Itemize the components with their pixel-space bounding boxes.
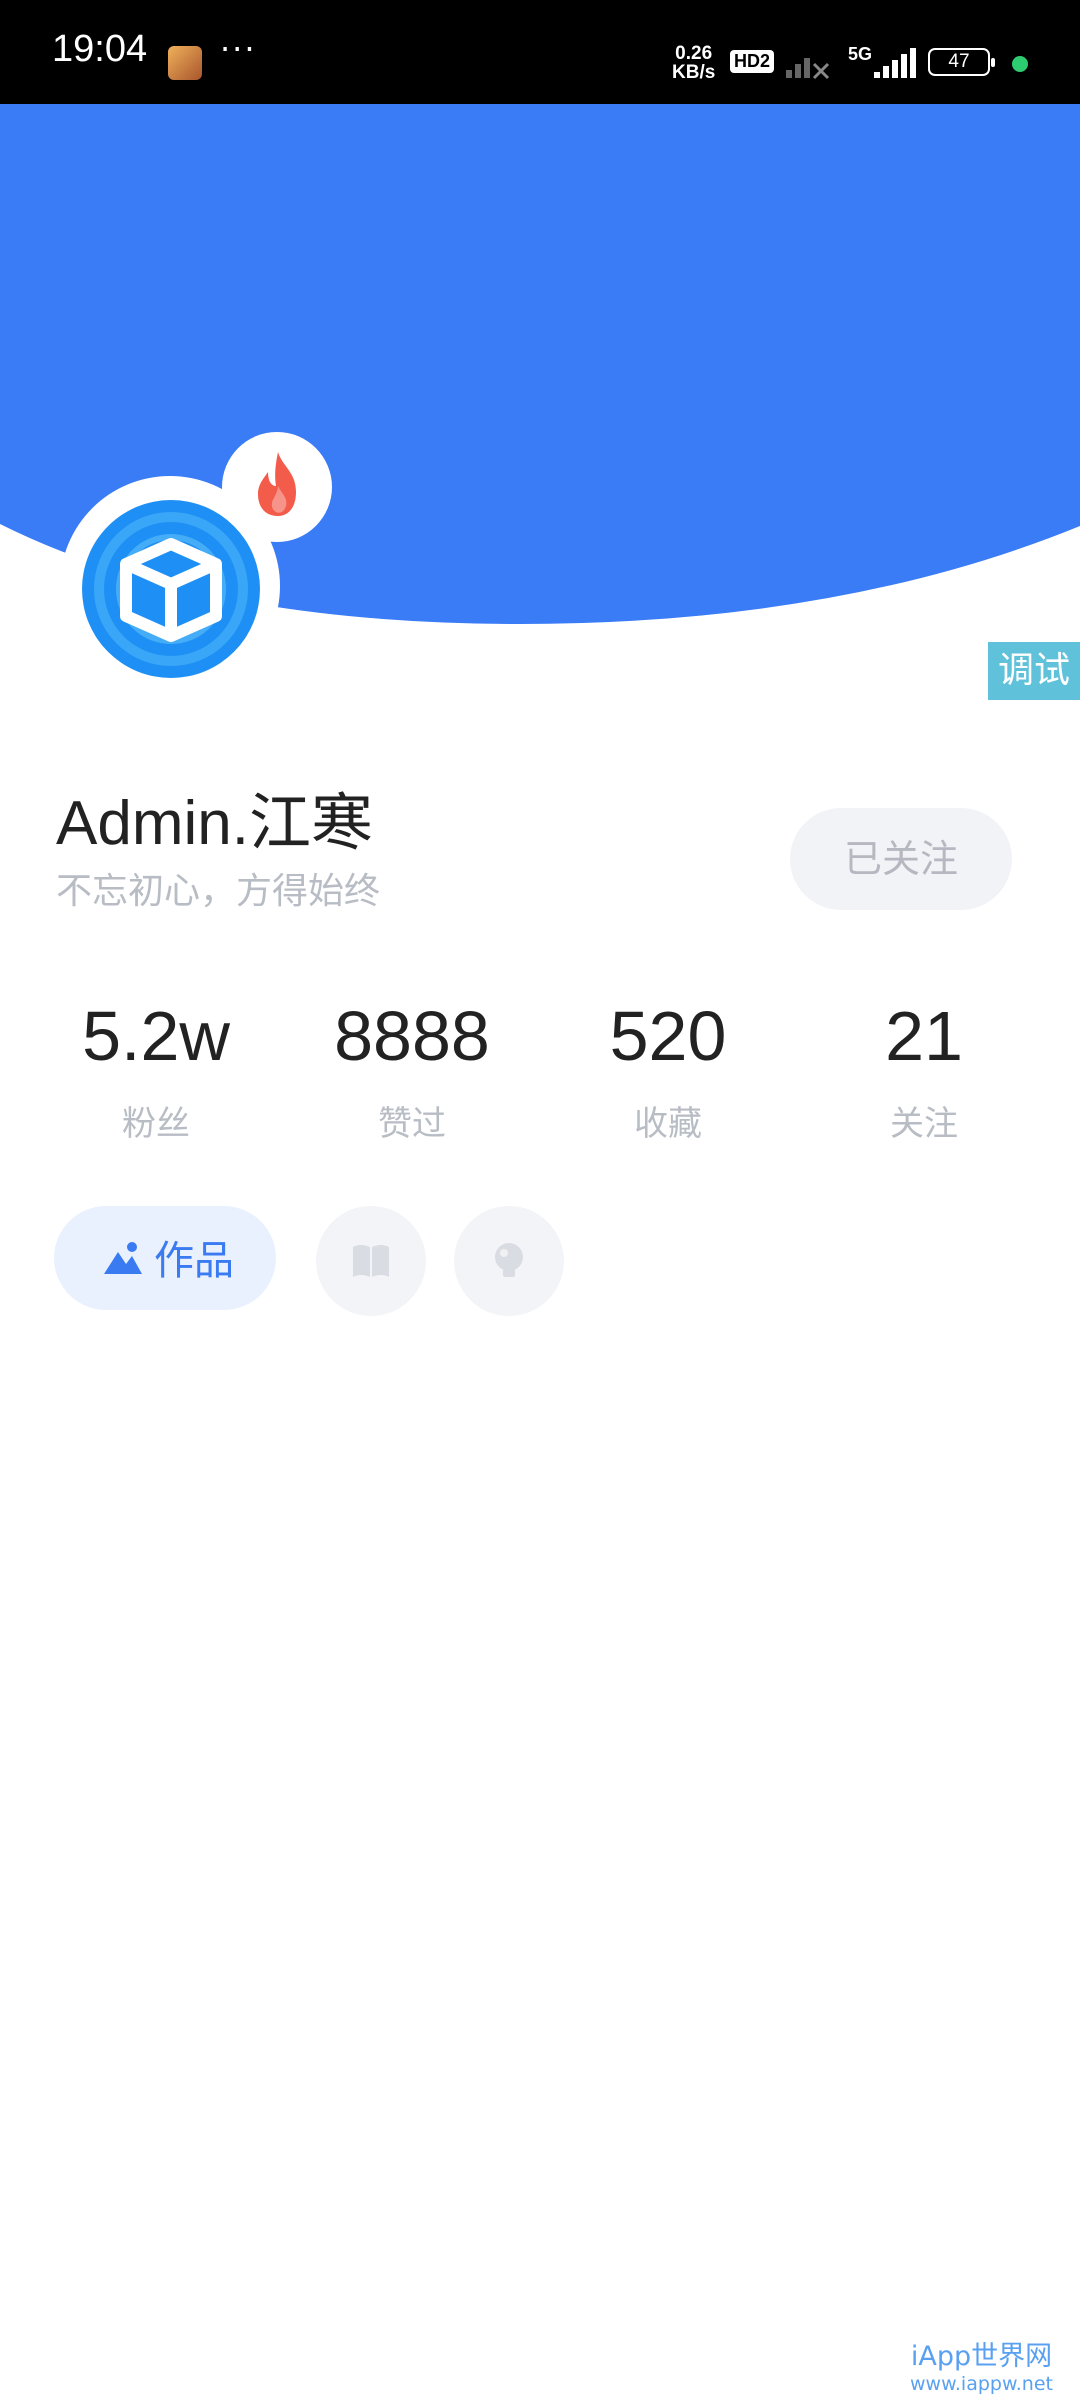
stat-favorites[interactable]: 520 收藏 <box>548 994 788 1145</box>
stat-fans[interactable]: 5.2w 粉丝 <box>36 994 276 1145</box>
watermark-title: iApp世界网 <box>910 2341 1053 2372</box>
mountain-icon <box>104 1242 142 1274</box>
fire-icon <box>258 452 296 516</box>
status-bar: 19:04 ··· 0.26 KB/s HD2 5G 47 <box>0 0 1080 104</box>
signal-strength-icon <box>874 48 916 78</box>
stat-likes[interactable]: 8888 赞过 <box>292 994 532 1145</box>
site-watermark: iApp世界网 www.iappw.net <box>910 2334 1053 2395</box>
lightbulb-icon <box>495 1243 523 1277</box>
cube-icon <box>94 512 248 666</box>
privacy-indicator-dot <box>1012 56 1028 72</box>
tab-works[interactable]: 作品 <box>54 1206 276 1310</box>
tab-lightbulb[interactable] <box>454 1206 564 1316</box>
network-speed-unit: KB/s <box>672 62 716 83</box>
tab-book[interactable] <box>316 1206 426 1316</box>
watermark-url: www.iappw.net <box>910 2373 1053 2395</box>
user-motto: 不忘初心，方得始终 <box>56 871 381 912</box>
stat-value: 8888 <box>334 997 490 1075</box>
stat-value: 520 <box>609 997 727 1075</box>
stat-value: 5.2w <box>82 997 230 1075</box>
username: Admin.江寒 <box>56 789 373 858</box>
debug-button[interactable]: 调试 <box>988 642 1080 700</box>
book-icon <box>353 1245 389 1277</box>
stat-label: 收藏 <box>634 1104 702 1144</box>
stat-label: 粉丝 <box>122 1104 190 1144</box>
network-type-label: 5G <box>848 44 873 64</box>
hd-voice-badge: HD2 <box>730 50 775 73</box>
network-speed: 0.26 KB/s <box>672 44 715 82</box>
network-speed-value: 0.26 <box>675 43 713 64</box>
stat-label: 关注 <box>890 1104 958 1144</box>
stat-label: 赞过 <box>378 1104 446 1144</box>
game-app-icon <box>168 46 202 80</box>
follow-button[interactable]: 已关注 <box>790 808 1012 910</box>
battery-icon: 47 <box>928 48 995 76</box>
sim1-no-signal-icon <box>786 58 830 80</box>
avatar[interactable] <box>82 500 260 678</box>
more-notifications-icon: ··· <box>220 30 257 68</box>
status-time: 19:04 <box>52 28 148 70</box>
stat-following[interactable]: 21 关注 <box>804 994 1044 1145</box>
stat-value: 21 <box>885 997 963 1075</box>
tab-works-label: 作品 <box>154 1238 234 1284</box>
